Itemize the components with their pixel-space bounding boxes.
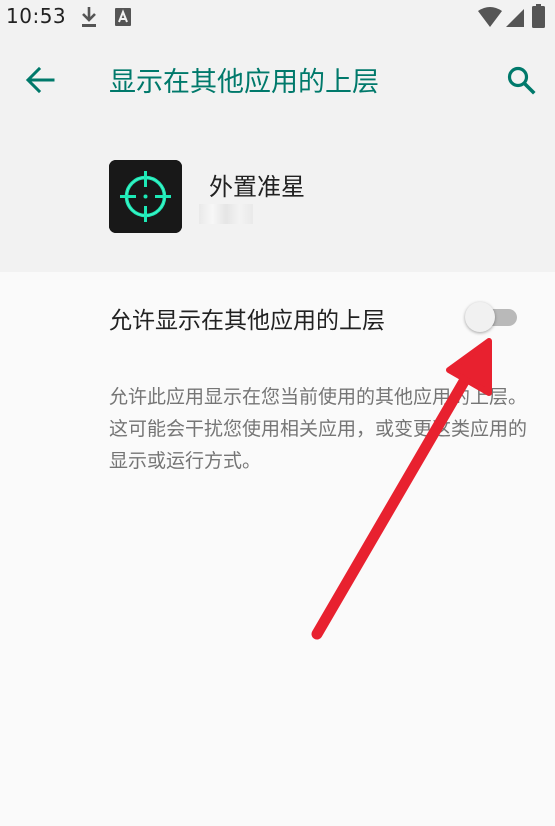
app-name: 外置准星 [209,173,305,201]
back-button[interactable] [18,58,62,102]
app-bar: 显示在其他应用的上层 [0,44,555,116]
overlay-permission-switch[interactable] [463,300,521,334]
a-notification-icon [115,8,131,30]
overlay-permission-label: 允许显示在其他应用的上层 [109,308,385,334]
permission-description: 允许此应用显示在您当前使用的其他应用的上层。这可能会干扰您使用相关应用，或变更这… [109,386,528,472]
overlay-permission-row[interactable]: 允许显示在其他应用的上层 [0,282,555,352]
status-time: 10:53 [6,4,67,28]
crosshair-icon [109,160,182,233]
page-title: 显示在其他应用的上层 [109,67,379,98]
battery-icon [532,4,545,32]
search-button[interactable] [499,58,543,102]
signal-icon [505,6,525,32]
search-icon [507,66,536,95]
download-icon [80,6,98,32]
wifi-icon [477,6,503,32]
switch-thumb [465,302,495,332]
header-background [0,0,555,272]
app-version-redacted [199,204,253,224]
status-bar: 10:53 [0,0,555,34]
arrow-back-icon [25,66,55,94]
app-icon [109,160,182,233]
